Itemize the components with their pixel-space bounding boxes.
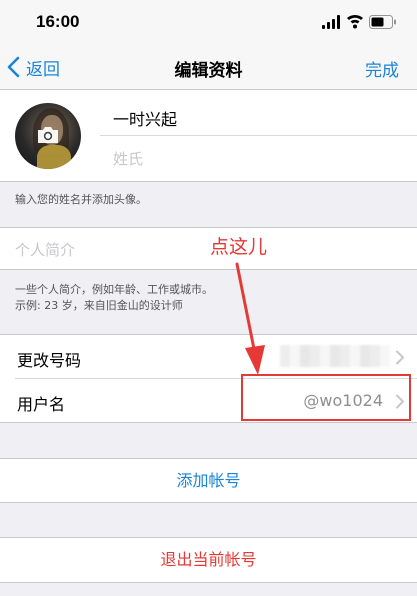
status-time: 16:00	[36, 12, 80, 31]
camera-icon	[38, 127, 58, 143]
wifi-icon	[347, 14, 363, 29]
status-bar: 16:00	[0, 0, 417, 44]
annotation-highlight-box	[241, 374, 411, 421]
logout-button[interactable]: 退出当前帐号	[0, 537, 417, 583]
avatar[interactable]	[15, 103, 81, 169]
first-name-field[interactable]: 一时兴起	[113, 106, 177, 130]
add-account-button[interactable]: 添加帐号	[0, 458, 417, 503]
bio-hint-line1: 一些个人简介，例如年龄、工作或城市。	[15, 283, 213, 296]
profile-section	[0, 90, 417, 182]
last-name-field[interactable]: 姓氏	[113, 148, 143, 169]
page-title: 编辑资料	[174, 61, 243, 81]
bio-input[interactable]: 个人简介	[15, 239, 75, 260]
bio-hint-line2: 示例: 23 岁，来自旧金山的设计师	[15, 299, 183, 312]
annotation-arrow-icon	[235, 262, 265, 375]
done-button[interactable]: 完成	[365, 56, 399, 81]
annotation-text: 点这儿	[210, 236, 268, 258]
avatar-body	[37, 145, 71, 169]
divider	[100, 135, 417, 136]
chevron-right-icon	[396, 350, 404, 365]
username-label: 用户名	[17, 395, 66, 414]
change-number-label: 更改号码	[17, 351, 82, 370]
battery-icon	[369, 15, 396, 29]
navigation-bar: 返回 编辑资料 完成	[0, 44, 417, 90]
phone-number-blurred	[280, 345, 390, 367]
name-hint-text: 输入您的姓名并添加头像。	[15, 193, 147, 206]
cellular-signal-icon	[322, 15, 340, 29]
